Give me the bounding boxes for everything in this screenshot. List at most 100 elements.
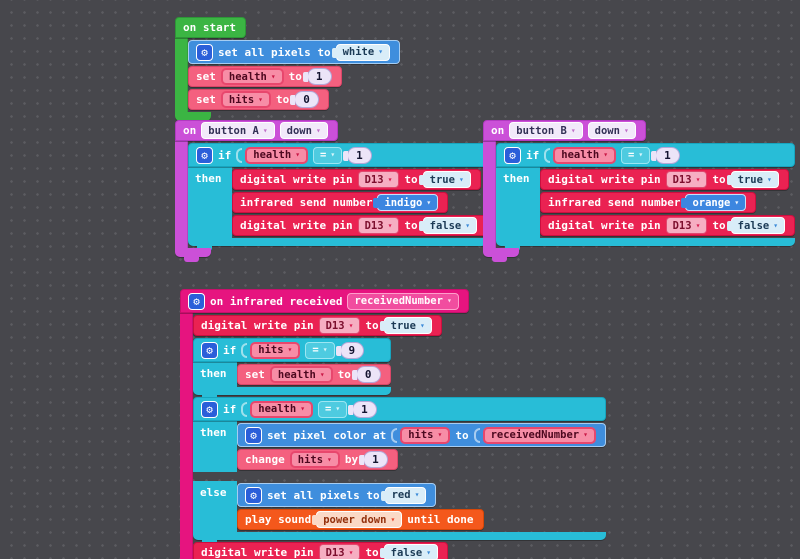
if-hits-block[interactable]: ⚙ if hits ▾ = ▾ 9 (193, 338, 391, 395)
operator-dropdown[interactable]: = ▾ (305, 342, 334, 359)
boolean-dropdown[interactable]: true ▾ (423, 171, 471, 188)
on-button-a-foot[interactable] (175, 248, 211, 257)
number-input[interactable]: 0 (294, 91, 319, 108)
set-health-block[interactable]: set health ▾ to 1 (188, 66, 342, 87)
button-dropdown[interactable]: button A ▾ (201, 122, 274, 139)
on-start-header[interactable]: on start (175, 17, 246, 38)
number-input[interactable]: 1 (352, 401, 377, 418)
on-infrared-received-header[interactable]: ⚙ on infrared received receivedNumber ▾ (180, 289, 469, 313)
then-spine[interactable]: then (193, 362, 237, 387)
on-button-a-header[interactable]: on button A ▾ down ▾ (175, 120, 338, 141)
variable-dropdown-hits[interactable]: hits ▾ (250, 342, 300, 359)
if-foot[interactable] (193, 532, 606, 540)
on-start-spine[interactable] (175, 38, 188, 112)
number-input[interactable]: 0 (356, 366, 381, 383)
digital-write-true-block[interactable]: digital write pin D13 ▾ to true ▾ (232, 169, 481, 190)
sound-dropdown[interactable]: power down ▾ (316, 511, 402, 528)
if-block[interactable]: ⚙ if health ▾ = ▾ 1 (188, 143, 487, 246)
color-number-dropdown[interactable]: orange ▾ (685, 194, 746, 211)
gear-icon[interactable]: ⚙ (201, 342, 218, 359)
if-foot[interactable] (496, 238, 795, 246)
digital-write-true-block[interactable]: digital write pin D13 ▾ to true ▾ (193, 315, 442, 336)
on-button-b-block[interactable]: on button B ▾ down ▾ ⚙ if health (483, 120, 795, 257)
number-input[interactable]: 1 (655, 147, 680, 164)
digital-write-false-block[interactable]: digital write pin D13 ▾ to false ▾ (540, 215, 795, 236)
digital-write-false-block[interactable]: digital write pin D13 ▾ to false ▾ (193, 542, 448, 559)
boolean-dropdown[interactable]: false ▾ (731, 217, 785, 234)
if-header[interactable]: ⚙ if health ▾ = ▾ 1 (193, 397, 606, 421)
digital-write-false-block[interactable]: digital write pin D13 ▾ to false ▾ (232, 215, 487, 236)
else-spine[interactable]: else (193, 481, 237, 532)
gear-icon[interactable]: ⚙ (201, 401, 218, 418)
color-dropdown-white[interactable]: white ▾ (336, 44, 390, 61)
pin-dropdown[interactable]: D13 ▾ (358, 217, 400, 234)
gear-icon[interactable]: ⚙ (245, 427, 262, 444)
variable-dropdown-health[interactable]: health ▾ (250, 401, 313, 418)
gear-icon[interactable]: ⚙ (504, 147, 521, 164)
then-spine[interactable]: then (188, 167, 232, 238)
number-input[interactable]: 1 (347, 147, 372, 164)
if-header[interactable]: ⚙ if health ▾ = ▾ 1 (188, 143, 487, 167)
number-input[interactable]: 9 (340, 342, 365, 359)
set-all-pixels-red-block[interactable]: ⚙ set all pixels to red ▾ (237, 483, 436, 507)
boolean-dropdown[interactable]: true ▾ (731, 171, 779, 188)
boolean-dropdown[interactable]: true ▾ (384, 317, 432, 334)
on-infrared-received-spine[interactable] (180, 313, 193, 559)
gear-icon[interactable]: ⚙ (196, 44, 213, 61)
if-foot[interactable] (188, 238, 487, 246)
gear-icon[interactable]: ⚙ (196, 147, 213, 164)
pin-dropdown[interactable]: D13 ▾ (666, 217, 708, 234)
gear-icon[interactable]: ⚙ (188, 293, 205, 310)
number-input[interactable]: 1 (307, 68, 332, 85)
workspace-canvas[interactable]: on start ⚙ set all pixels to white ▾ set… (0, 0, 800, 559)
button-dropdown[interactable]: button B ▾ (509, 122, 582, 139)
boolean-dropdown[interactable]: false ▾ (384, 544, 438, 559)
change-hits-block[interactable]: change hits ▾ by 1 (237, 449, 398, 470)
received-number-dropdown[interactable]: receivedNumber ▾ (347, 293, 458, 310)
if-header[interactable]: ⚙ if health ▾ = ▾ 1 (496, 143, 795, 167)
pin-dropdown[interactable]: D13 ▾ (358, 171, 400, 188)
number-input[interactable]: 1 (363, 451, 388, 468)
infrared-send-block[interactable]: infrared send number orange ▾ (540, 192, 756, 213)
on-button-a-spine[interactable] (175, 141, 188, 248)
event-dropdown[interactable]: down ▾ (280, 122, 328, 139)
then-spine[interactable]: then (193, 421, 237, 472)
variable-dropdown-hits[interactable]: hits ▾ (290, 451, 340, 468)
boolean-dropdown[interactable]: false ▾ (423, 217, 477, 234)
on-start-block[interactable]: on start ⚙ set all pixels to white ▾ set… (175, 17, 400, 121)
operator-dropdown[interactable]: = ▾ (318, 401, 347, 418)
pin-dropdown[interactable]: D13 ▾ (319, 544, 361, 559)
variable-dropdown-health[interactable]: health ▾ (221, 68, 284, 85)
play-sound-block[interactable]: play sound power down ▾ until done (237, 509, 484, 530)
if-block[interactable]: ⚙ if health ▾ = ▾ 1 (496, 143, 795, 246)
if-header[interactable]: ⚙ if hits ▾ = ▾ 9 (193, 338, 391, 362)
on-button-b-header[interactable]: on button B ▾ down ▾ (483, 120, 646, 141)
pin-dropdown[interactable]: D13 ▾ (319, 317, 361, 334)
variable-dropdown-health[interactable]: health ▾ (270, 366, 333, 383)
variable-dropdown-received-number[interactable]: receivedNumber ▾ (483, 427, 596, 444)
set-pixel-color-block[interactable]: ⚙ set pixel color at hits ▾ to (237, 423, 606, 447)
variable-dropdown-health[interactable]: health ▾ (245, 147, 308, 164)
digital-write-true-block[interactable]: digital write pin D13 ▾ to true ▾ (540, 169, 789, 190)
on-infrared-received-block[interactable]: ⚙ on infrared received receivedNumber ▾ … (180, 289, 606, 559)
color-number-dropdown[interactable]: indigo ▾ (377, 194, 438, 211)
set-hits-block[interactable]: set hits ▾ to 0 (188, 89, 329, 110)
on-button-b-spine[interactable] (483, 141, 496, 248)
infrared-send-block[interactable]: infrared send number indigo ▾ (232, 192, 448, 213)
variable-dropdown-hits[interactable]: hits ▾ (221, 91, 271, 108)
color-dropdown-red[interactable]: red ▾ (385, 487, 427, 504)
variable-dropdown-hits[interactable]: hits ▾ (400, 427, 450, 444)
if-health-block[interactable]: ⚙ if health ▾ = ▾ 1 (193, 397, 606, 540)
set-health-zero-block[interactable]: set health ▾ to 0 (237, 364, 391, 385)
on-button-a-block[interactable]: on button A ▾ down ▾ ⚙ if health (175, 120, 487, 257)
pin-dropdown[interactable]: D13 ▾ (666, 171, 708, 188)
if-foot[interactable] (193, 387, 391, 395)
variable-dropdown-health[interactable]: health ▾ (553, 147, 616, 164)
gear-icon[interactable]: ⚙ (245, 487, 262, 504)
on-button-b-foot[interactable] (483, 248, 519, 257)
event-dropdown[interactable]: down ▾ (588, 122, 636, 139)
operator-dropdown[interactable]: = ▾ (313, 147, 342, 164)
operator-dropdown[interactable]: = ▾ (621, 147, 650, 164)
set-all-pixels-block[interactable]: ⚙ set all pixels to white ▾ (188, 40, 400, 64)
then-spine[interactable]: then (496, 167, 540, 238)
